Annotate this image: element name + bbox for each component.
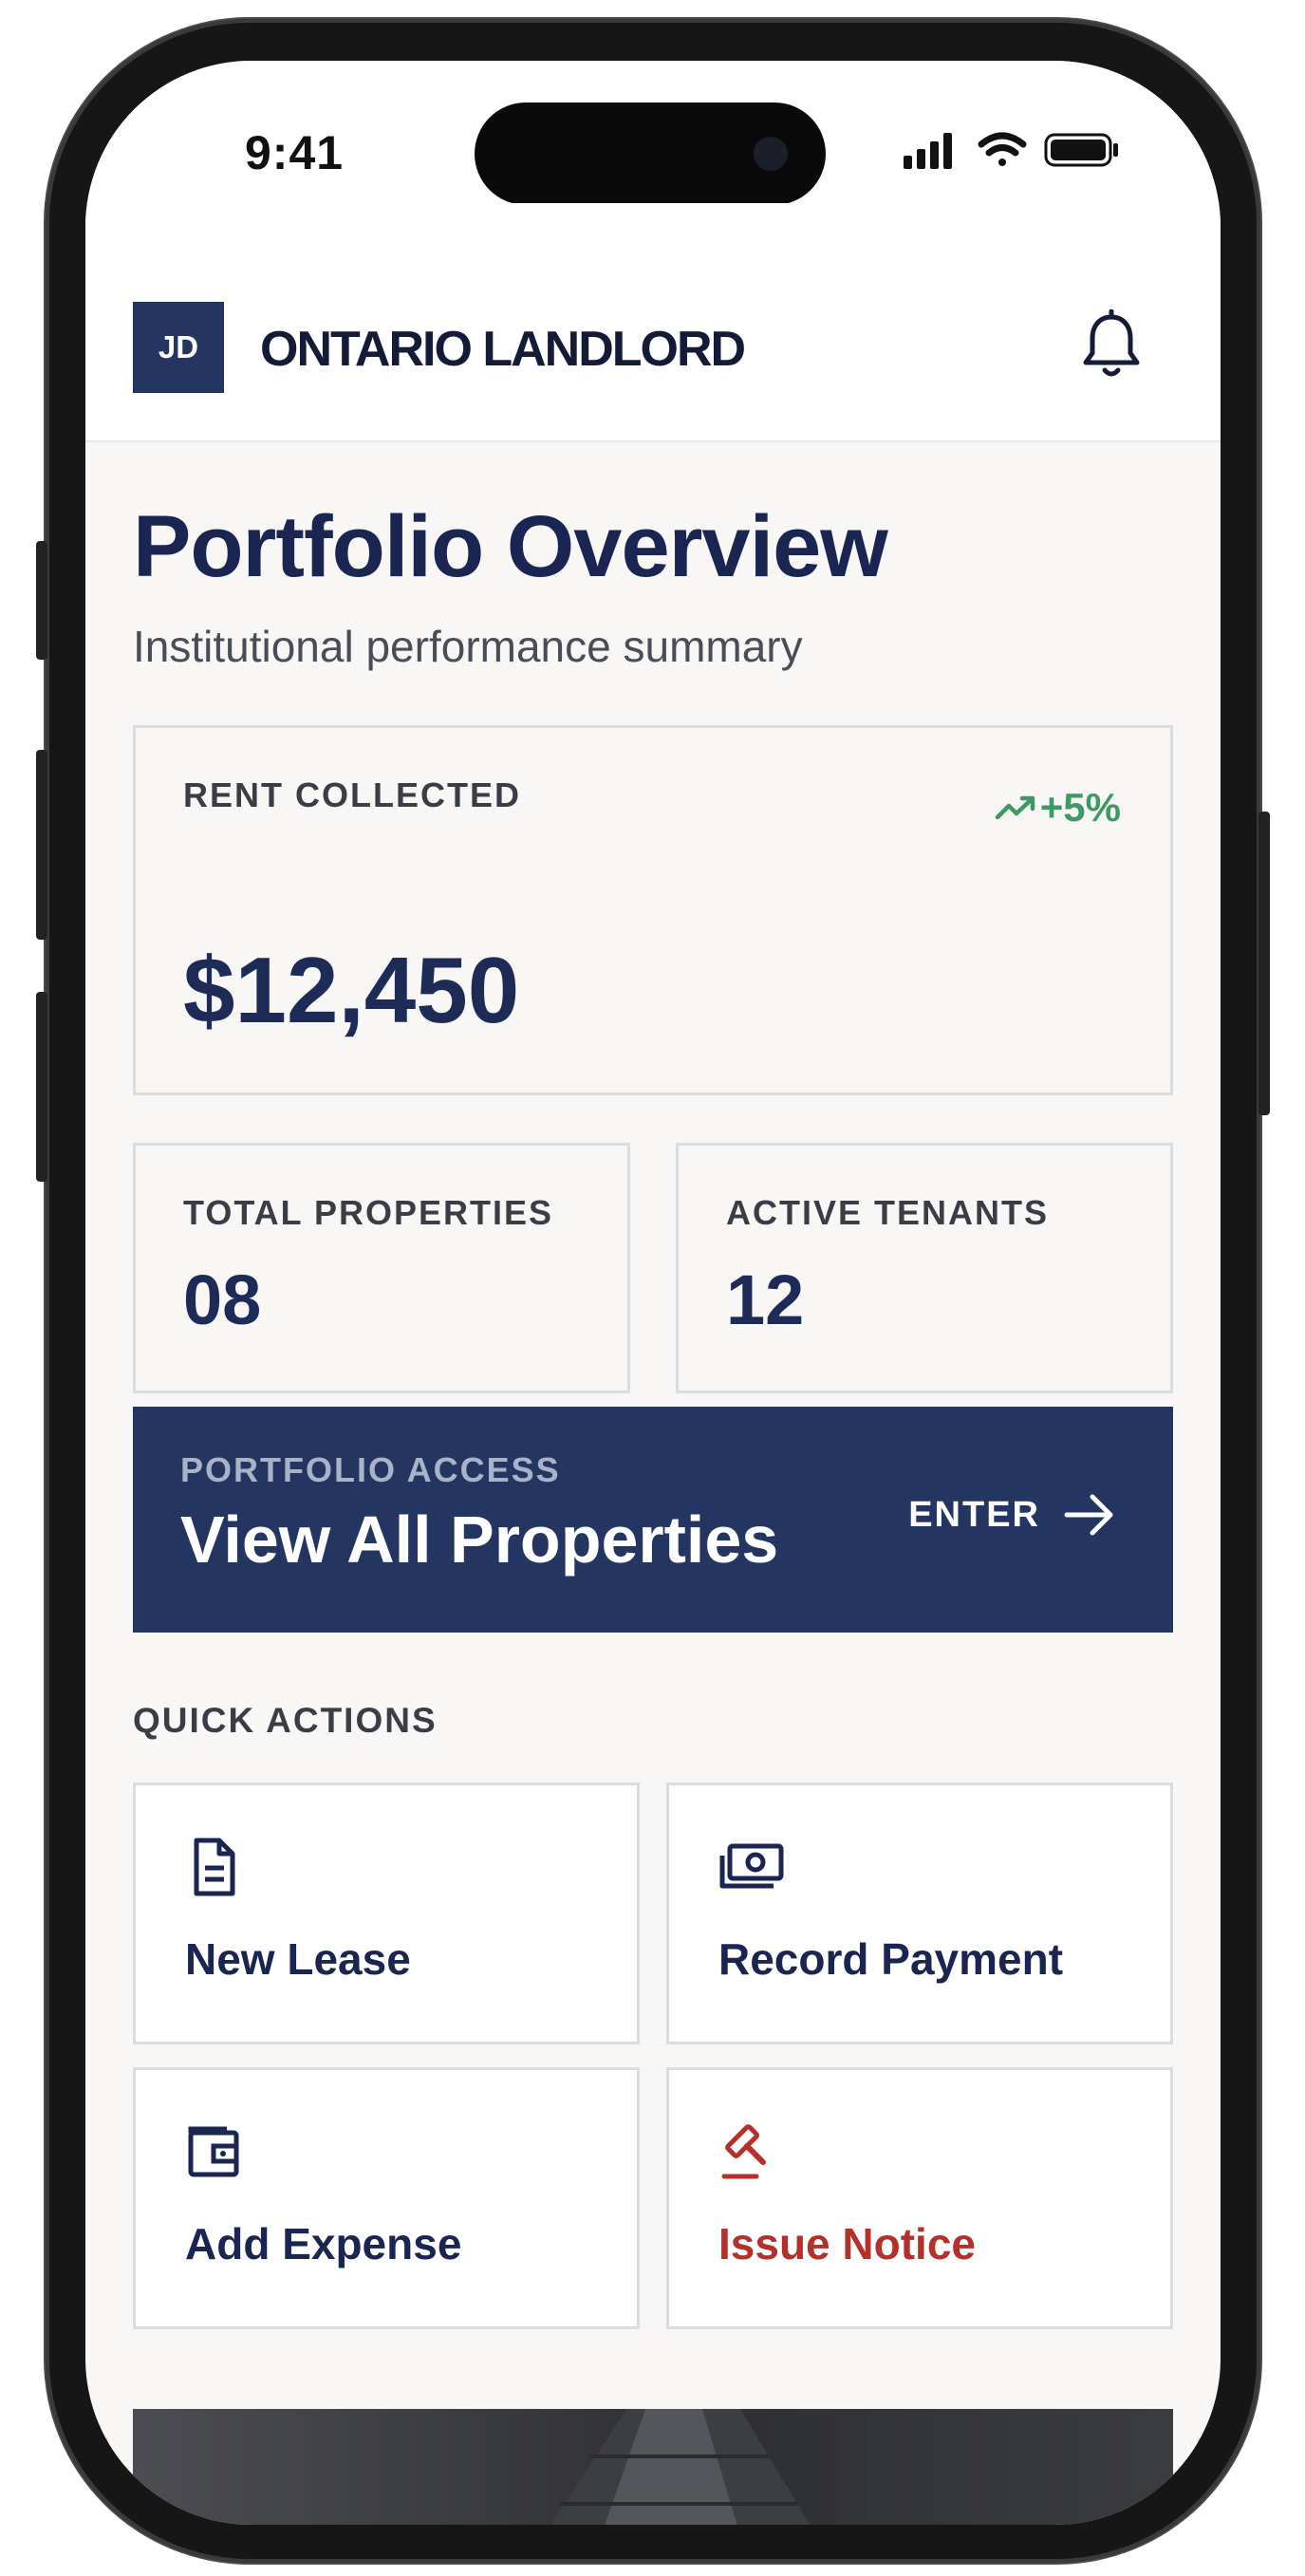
rent-collected-value: $12,450 xyxy=(183,938,520,1042)
trending-up-icon xyxy=(995,795,1035,820)
building-image xyxy=(550,2409,811,2525)
arrow-right-icon xyxy=(1064,1494,1113,1536)
side-button-volume-down xyxy=(36,992,47,1182)
page-title: Portfolio Overview xyxy=(133,498,888,595)
avatar[interactable]: JD xyxy=(133,302,224,393)
side-button-volume-up xyxy=(36,750,47,940)
rent-collected-label: RENT COLLECTED xyxy=(183,775,521,814)
wallet-icon xyxy=(188,2126,239,2177)
active-tenants-value: 12 xyxy=(726,1260,805,1339)
active-tenants-label: ACTIVE TENANTS xyxy=(726,1193,1050,1232)
issue-notice-button[interactable]: Issue Notice xyxy=(666,2067,1173,2329)
app-header: JD ONTARIO LANDLORD xyxy=(85,203,1221,442)
new-lease-label: New Lease xyxy=(185,1934,411,1984)
wifi-icon xyxy=(978,132,1027,166)
view-all-properties-button[interactable]: PORTFOLIO ACCESS View All Properties ENT… xyxy=(133,1407,1173,1633)
signal-icon xyxy=(904,133,952,169)
page-subtitle: Institutional performance summary xyxy=(133,622,803,671)
total-properties-card: TOTAL PROPERTIES 08 xyxy=(133,1143,630,1393)
property-hero-image xyxy=(133,2409,1173,2525)
status-time: 9:41 xyxy=(245,126,345,179)
side-button-power xyxy=(1258,812,1270,1115)
status-bar: 9:41 xyxy=(85,61,1221,205)
new-lease-button[interactable]: New Lease xyxy=(133,1783,640,2044)
record-payment-label: Record Payment xyxy=(718,1934,1064,1984)
rent-trend-value: +5% xyxy=(1039,785,1121,830)
total-properties-label: TOTAL PROPERTIES xyxy=(183,1193,554,1232)
portfolio-access-label: PORTFOLIO ACCESS xyxy=(180,1450,561,1489)
rent-trend: +5% xyxy=(995,785,1121,831)
gavel-icon xyxy=(721,2124,766,2179)
add-expense-button[interactable]: Add Expense xyxy=(133,2067,640,2329)
battery-icon xyxy=(1044,133,1118,167)
status-icons xyxy=(904,132,1118,169)
side-button-mute xyxy=(36,541,47,660)
rent-collected-card: RENT COLLECTED +5% $12,450 xyxy=(133,725,1173,1095)
view-all-properties-title: View All Properties xyxy=(180,1503,779,1577)
quick-actions-label: QUICK ACTIONS xyxy=(133,1701,438,1740)
app-screen: 9:41 JD ONTARIO LANDLORD Portfolio Overv… xyxy=(85,61,1221,2525)
active-tenants-card: ACTIVE TENANTS 12 xyxy=(676,1143,1173,1393)
record-payment-button[interactable]: Record Payment xyxy=(666,1783,1173,2044)
brand-name: ONTARIO LANDLORD xyxy=(260,322,746,377)
enter-action[interactable]: ENTER xyxy=(908,1492,1116,1538)
document-icon xyxy=(194,1838,235,1896)
issue-notice-label: Issue Notice xyxy=(718,2219,976,2268)
enter-label: ENTER xyxy=(908,1494,1040,1535)
total-properties-value: 08 xyxy=(183,1260,262,1339)
camera-icon xyxy=(754,137,788,171)
cash-icon xyxy=(719,1843,784,1889)
dynamic-island xyxy=(475,103,826,205)
bell-icon[interactable] xyxy=(1078,309,1145,382)
add-expense-label: Add Expense xyxy=(185,2219,462,2268)
